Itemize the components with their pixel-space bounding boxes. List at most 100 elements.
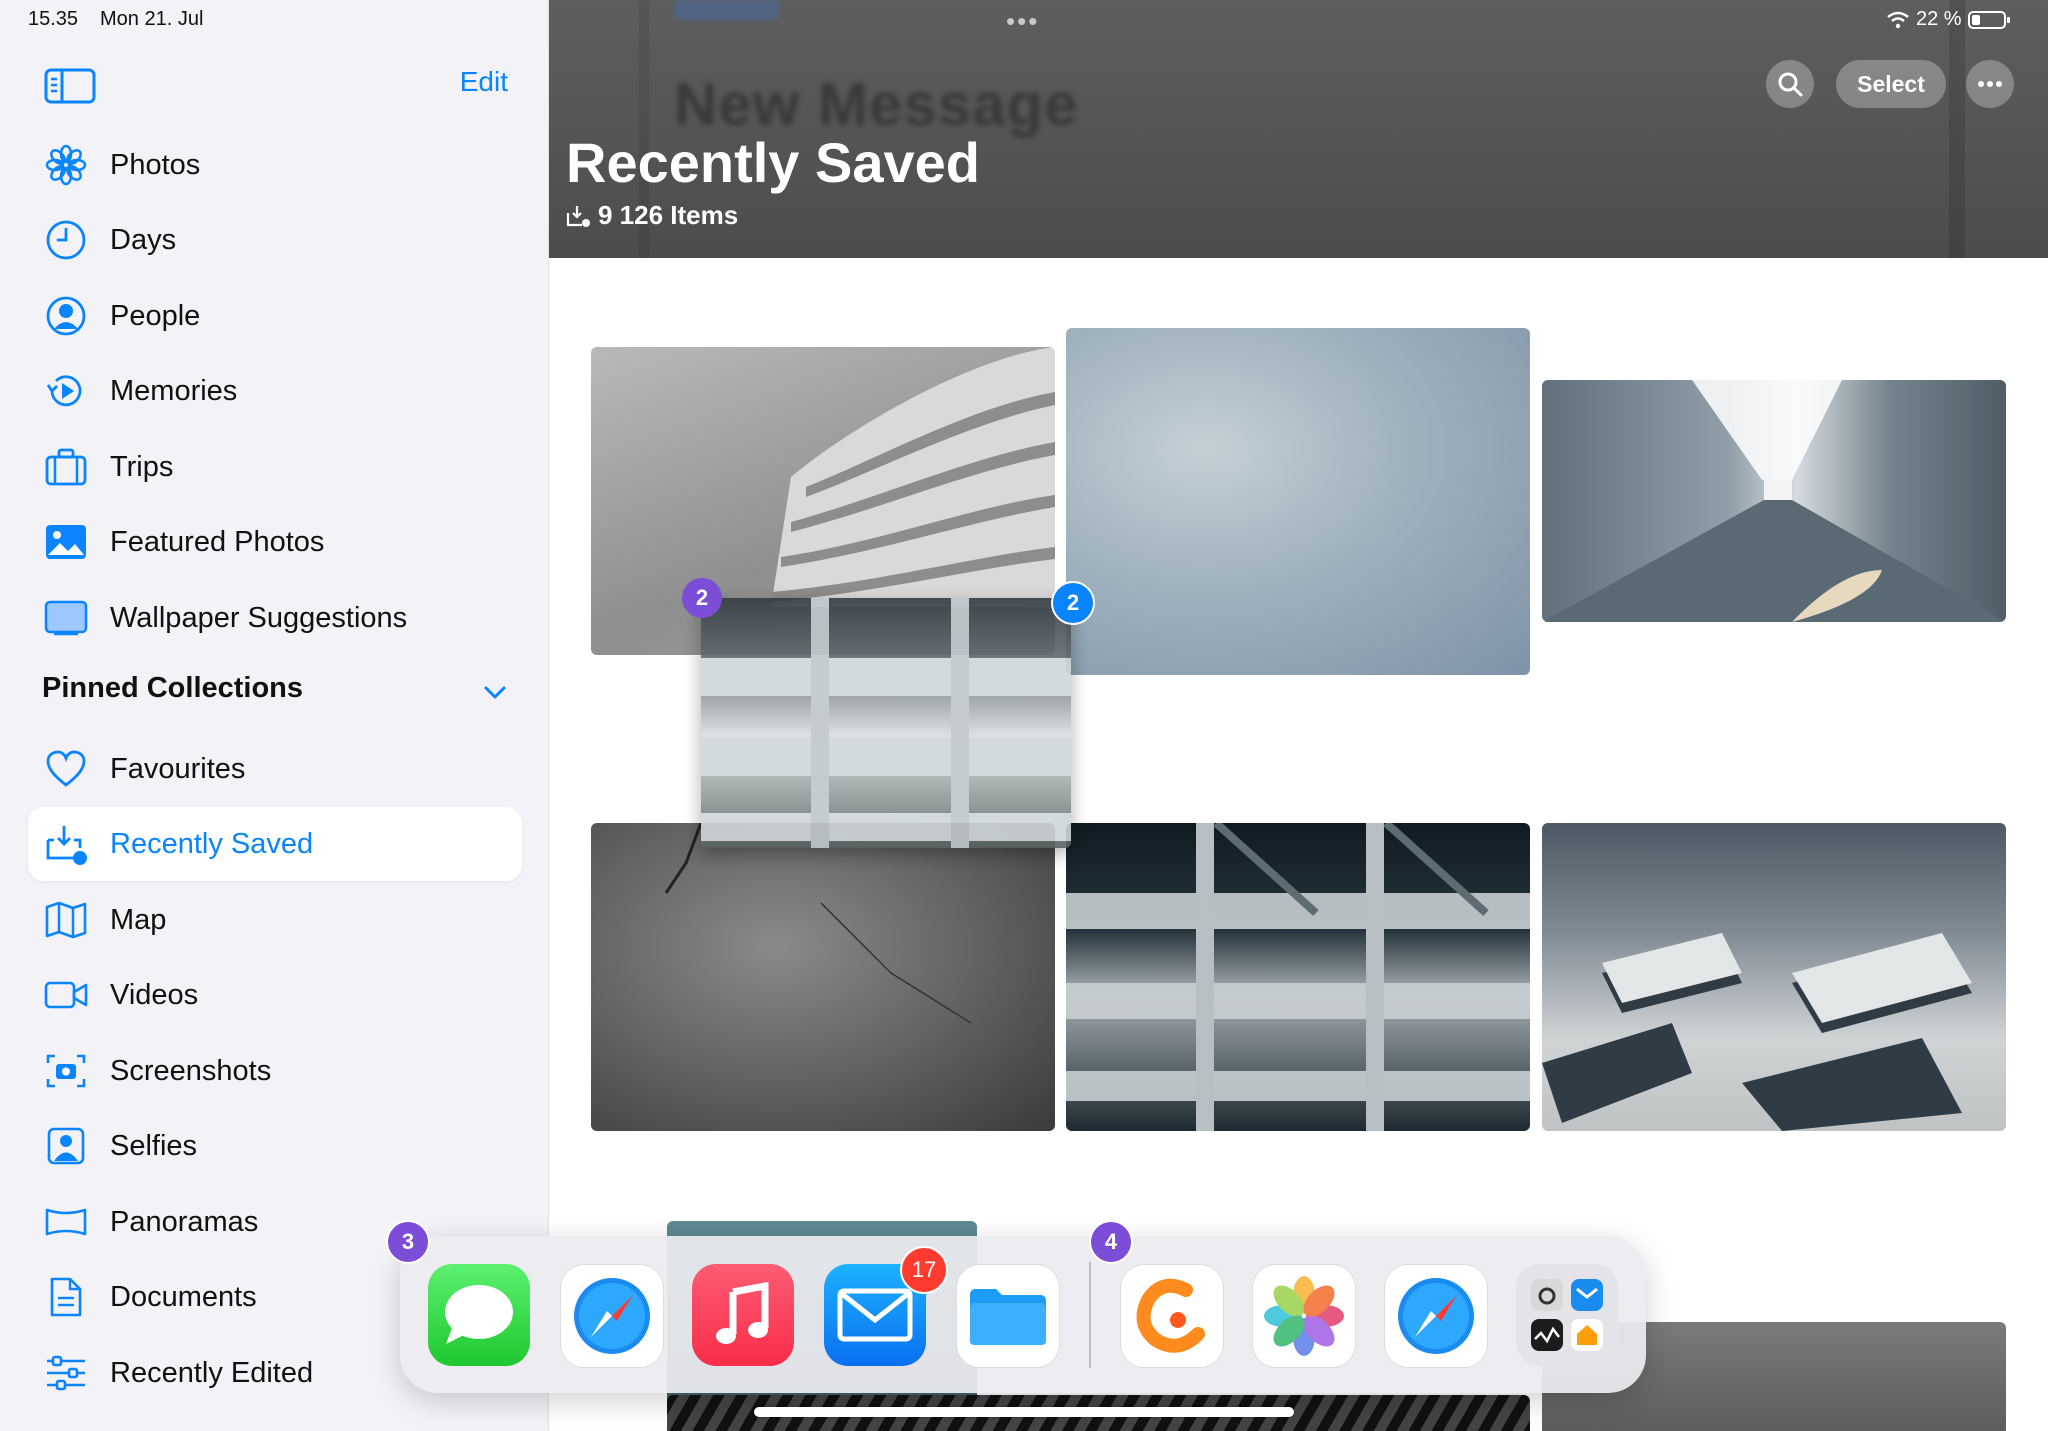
music-app[interactable] (692, 1264, 794, 1366)
status-right: 22 % (1886, 8, 2012, 31)
sidebar-toggle-icon[interactable] (44, 68, 96, 104)
status-date: Mon 21. Jul (100, 8, 204, 30)
page-title: Recently Saved (566, 131, 980, 194)
multitasking-grabber-icon[interactable]: ••• (1006, 8, 1039, 34)
safari-app[interactable] (1384, 1264, 1488, 1368)
files-app[interactable] (956, 1264, 1060, 1368)
chevron-down-icon[interactable] (480, 678, 510, 708)
sidebar-item-label: Recently Saved (110, 827, 314, 860)
more-button[interactable] (1966, 60, 2014, 108)
messages-app[interactable] (428, 1264, 530, 1366)
sidebar-item-photos[interactable]: Photos (28, 128, 522, 202)
sidebar-item-map[interactable]: Map (28, 883, 522, 957)
sidebar-item-label: Memories (110, 374, 238, 407)
sidebar-item-days[interactable]: Days (28, 203, 522, 277)
tray-download-icon (566, 205, 590, 227)
sidebar-item-label: Documents (110, 1280, 257, 1313)
sidebar-item-label: Photos (110, 148, 201, 181)
sidebar-item-featured-photos[interactable]: Featured Photos (28, 505, 522, 579)
flower-icon (42, 141, 90, 189)
item-count: 9 126 Items (566, 200, 738, 231)
battery-percent: 22 % (1916, 8, 1962, 30)
clock-icon (42, 216, 90, 264)
sidebar-item-label: Panoramas (110, 1205, 259, 1238)
item-count-text: 9 126 Items (598, 200, 739, 230)
heart-icon (42, 745, 90, 793)
sidebar-item-label: Days (110, 223, 177, 256)
sidebar-item-label: Recently Edited (110, 1356, 314, 1389)
sliders-icon (42, 1349, 90, 1397)
photo-thumbnail[interactable] (1066, 823, 1530, 1131)
sidebar-item-selfies[interactable]: Selfies (28, 1109, 522, 1183)
app-library-icon (1531, 1279, 1603, 1351)
photo-thumbnail[interactable] (1066, 328, 1530, 675)
sidebar-item-label: Featured Photos (110, 525, 325, 558)
dock-divider (1089, 1262, 1091, 1368)
sidebar-item-label: Screenshots (110, 1054, 272, 1087)
search-icon (1778, 72, 1803, 97)
photo-content (701, 598, 1071, 848)
search-button[interactable] (1766, 60, 1814, 108)
section-title-pinned-collections[interactable]: Pinned Collections (42, 672, 303, 705)
photo-thumbnail[interactable] (1542, 380, 2006, 622)
photos-app[interactable] (1252, 1264, 1356, 1368)
compass-icon (574, 1278, 650, 1354)
sidebar-item-trips[interactable]: Trips (28, 430, 522, 504)
sidebar-item-memories[interactable]: Memories (28, 354, 522, 428)
sidebar-item-label: Videos (110, 978, 199, 1011)
speech-bubble-icon (445, 1285, 513, 1344)
panorama-icon (42, 1198, 90, 1246)
status-time: 15.35 (28, 8, 79, 30)
video-icon (42, 971, 90, 1019)
photo-icon (42, 518, 90, 566)
sidebar-item-people[interactable]: People (28, 279, 522, 353)
sidebar-item-wallpaper-suggestions[interactable]: Wallpaper Suggestions (28, 581, 522, 655)
safari-app[interactable] (560, 1264, 664, 1368)
background-window-button (674, 0, 779, 20)
sidebar-item-videos[interactable]: Videos (28, 958, 522, 1032)
home-indicator[interactable] (754, 1407, 1294, 1417)
ellipsis-icon (1978, 81, 2002, 87)
mail-notification-badge: 17 (900, 1246, 948, 1294)
app-library-button[interactable] (1516, 1264, 1618, 1366)
photo-content (1066, 823, 1530, 1131)
photo-content (1542, 380, 2006, 622)
edit-button[interactable]: Edit (440, 66, 508, 98)
freeform-icon (1136, 1278, 1205, 1353)
music-note-icon (716, 1282, 769, 1344)
selfie-icon (42, 1122, 90, 1170)
compass-icon (1398, 1278, 1474, 1354)
document-icon (42, 1273, 90, 1321)
sidebar-item-favourites[interactable]: Favourites (28, 732, 522, 806)
sidebar: 15.35 Mon 21. Jul Edit Photos Days Peopl… (0, 0, 549, 1431)
collection-header: New Message (549, 0, 2048, 258)
drag-count-badge: 2 (682, 578, 722, 618)
memories-play-icon (42, 367, 90, 415)
sidebar-item-label: Selfies (110, 1129, 198, 1162)
photo-content (664, 823, 972, 1024)
photo-thumbnail[interactable] (591, 823, 1055, 1131)
sidebar-item-label: Map (110, 903, 167, 936)
sidebar-item-label: People (110, 299, 201, 332)
sidebar-item-screenshots[interactable]: Screenshots (28, 1034, 522, 1108)
person-circle-icon (42, 292, 90, 340)
screenshot-icon (42, 1047, 90, 1095)
photos-flower-icon (1264, 1276, 1344, 1356)
sidebar-item-label: Trips (110, 450, 174, 483)
freeform-app[interactable] (1120, 1264, 1224, 1368)
sidebar-item-recently-saved[interactable]: Recently Saved (28, 807, 522, 881)
background-window-edge (1949, 0, 1965, 258)
photo-content (1542, 933, 1972, 1131)
wallpaper-icon (42, 594, 90, 642)
wifi-icon (1887, 11, 1909, 28)
dragged-photo-stack[interactable] (701, 598, 1071, 848)
sidebar-item-label: Favourites (110, 752, 246, 785)
photo-thumbnail[interactable] (1542, 823, 2006, 1131)
sidebar-item-label: Wallpaper Suggestions (110, 601, 408, 634)
folder-icon (970, 1289, 1046, 1345)
battery-icon (1967, 10, 2010, 29)
suitcase-icon (42, 443, 90, 491)
drop-count-badge: 2 (1051, 581, 1095, 625)
select-button[interactable]: Select (1836, 60, 1946, 108)
drag-count-badge: 4 (1089, 1220, 1133, 1264)
